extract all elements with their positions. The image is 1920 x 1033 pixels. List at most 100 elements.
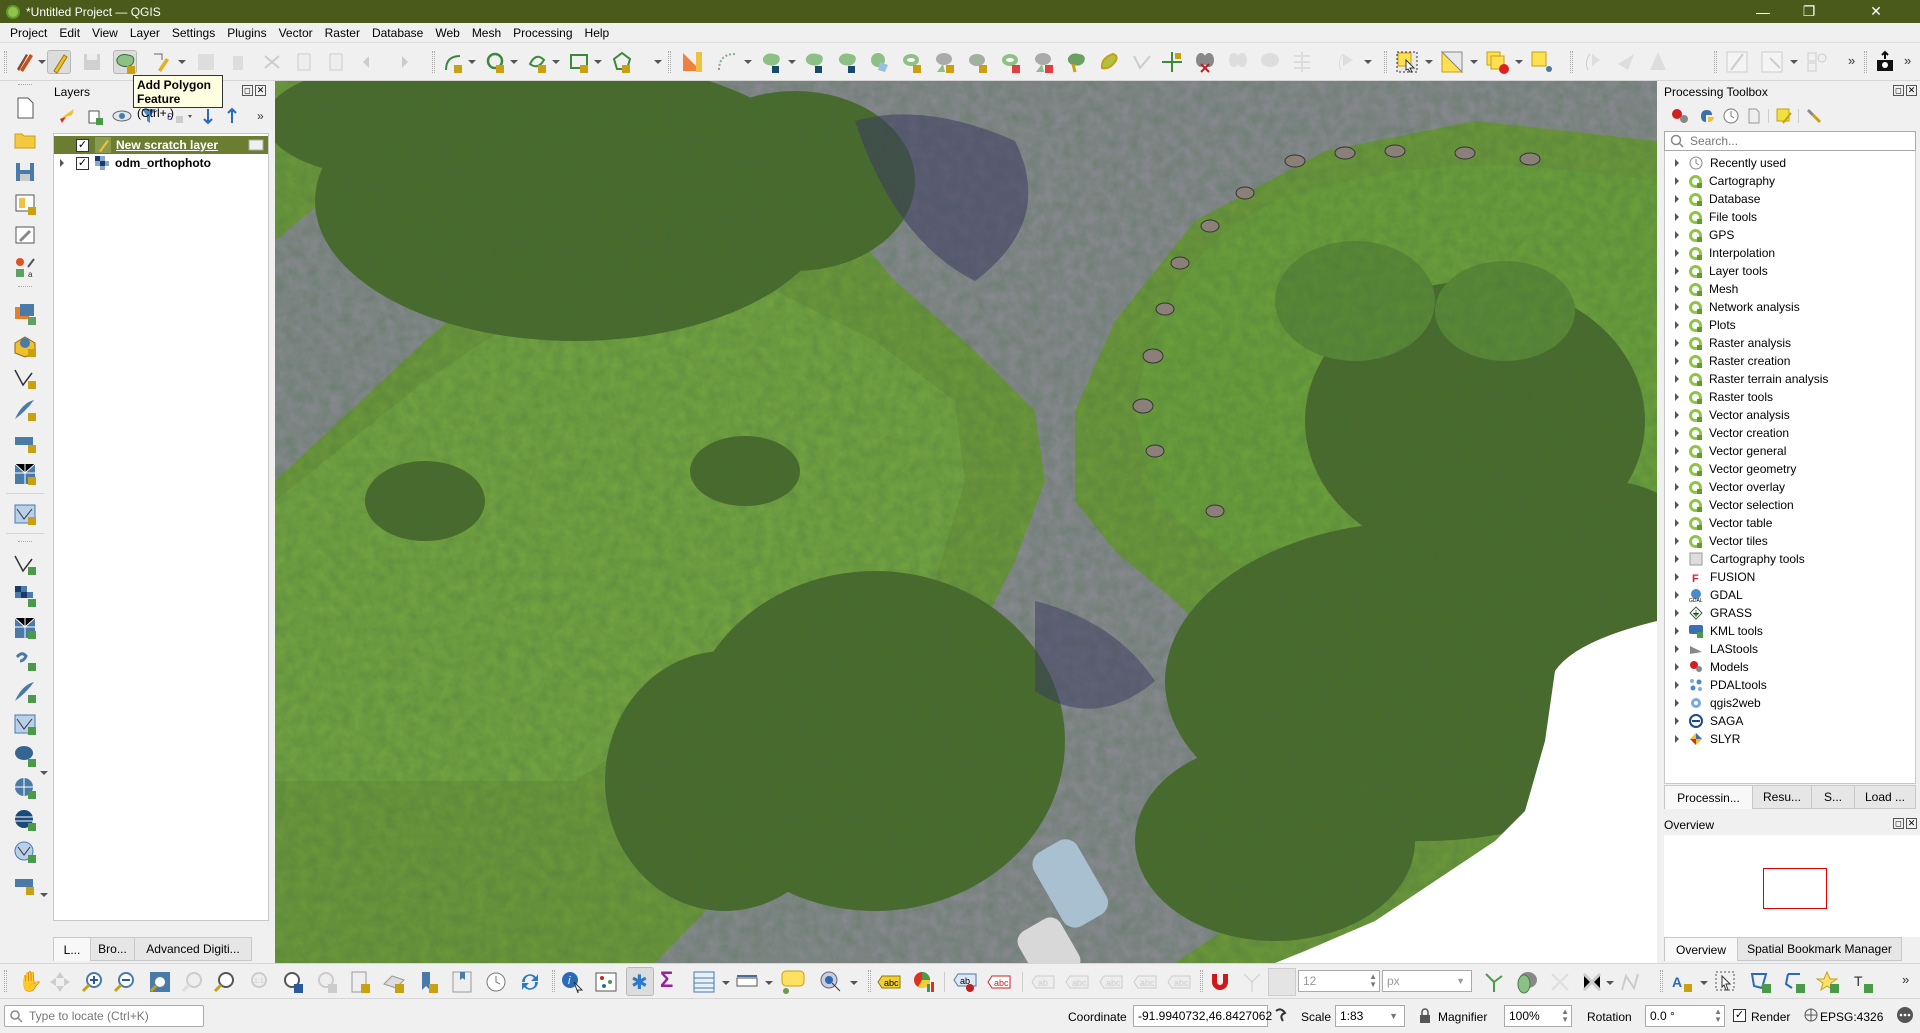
delete-part-button[interactable] xyxy=(1032,50,1056,74)
open-project-icon[interactable] xyxy=(12,127,38,153)
processing-provider-vector-selection[interactable]: Vector selection xyxy=(1665,496,1794,514)
layer-visibility-checkbox[interactable]: ✓ xyxy=(76,156,89,170)
processing-provider-vector-table[interactable]: Vector table xyxy=(1665,514,1772,532)
menu-settings[interactable]: Settings xyxy=(166,26,221,40)
rotate-feature-button[interactable] xyxy=(803,50,827,74)
tab-browser[interactable]: Bro... xyxy=(90,937,135,961)
layer-diagram-options-icon[interactable] xyxy=(912,970,936,994)
edit-features-in-place-icon[interactable] xyxy=(1775,107,1793,125)
screenshot-button[interactable] xyxy=(1873,50,1897,74)
current-edits-dropdown[interactable] xyxy=(38,60,46,64)
select-by-location-button[interactable] xyxy=(1530,50,1554,74)
menu-edit[interactable]: Edit xyxy=(53,26,86,40)
statistics-sigma-icon[interactable]: Σ xyxy=(660,967,673,993)
add-vector-tile-layer-icon[interactable] xyxy=(12,871,38,897)
move-feature-button[interactable] xyxy=(760,50,784,74)
lock-scale-icon[interactable] xyxy=(1418,1008,1432,1024)
processing-provider-slyr[interactable]: SLYR xyxy=(1665,730,1740,748)
expand-arrow-icon[interactable] xyxy=(1675,609,1679,617)
processing-provider-lastools[interactable]: LAStools xyxy=(1665,640,1758,658)
toolbar-grip[interactable] xyxy=(1384,51,1387,73)
processing-provider-vector-creation[interactable]: Vector creation xyxy=(1665,424,1789,442)
toolbar-grip[interactable] xyxy=(668,51,671,73)
rotate-symbols-dropdown[interactable] xyxy=(1364,60,1372,64)
add-polygon-feature-button[interactable] xyxy=(113,50,137,74)
vector-tile-dropdown[interactable] xyxy=(40,893,48,897)
expand-arrow-icon[interactable] xyxy=(1675,519,1679,527)
layer-labeling-options-icon[interactable]: abc xyxy=(876,972,902,992)
move-feature-dropdown[interactable] xyxy=(788,60,796,64)
expand-arrow-icon[interactable] xyxy=(1675,393,1679,401)
processing-provider-raster-creation[interactable]: Raster creation xyxy=(1665,352,1790,370)
new-spatialite-layer-icon[interactable] xyxy=(12,397,38,423)
add-mesh-layer-icon[interactable] xyxy=(12,615,38,641)
modify-attributes-button[interactable] xyxy=(194,50,218,74)
python-icon[interactable] xyxy=(1698,107,1718,125)
attribute-table-dropdown[interactable] xyxy=(722,981,730,985)
processing-provider-network-analysis[interactable]: Network analysis xyxy=(1665,298,1800,316)
processing-provider-grass[interactable]: GRASS xyxy=(1665,604,1752,622)
zoom-full-icon[interactable] xyxy=(148,970,172,994)
expand-arrow-icon[interactable] xyxy=(1675,591,1679,599)
pan-to-selection-icon[interactable] xyxy=(48,970,72,994)
overview-extent-rectangle[interactable] xyxy=(1763,868,1827,909)
more-icon[interactable]: » xyxy=(257,109,264,123)
rotation-spinbox[interactable]: 0.0 ° ▲ ▼ xyxy=(1645,1005,1725,1027)
menu-processing[interactable]: Processing xyxy=(507,26,578,40)
label-settings-dropdown[interactable] xyxy=(1700,981,1708,985)
menu-mesh[interactable]: Mesh xyxy=(466,26,507,40)
expand-arrow-icon[interactable] xyxy=(1675,537,1679,545)
select-by-expression-icon[interactable] xyxy=(818,969,844,995)
select-dropdown[interactable] xyxy=(850,981,858,985)
processing-provider-raster-analysis[interactable]: Raster analysis xyxy=(1665,334,1791,352)
spin-arrows-icon[interactable]: ▲ ▼ xyxy=(1714,1008,1722,1024)
show-hide-labels-eye-icon[interactable]: abc xyxy=(1064,972,1090,994)
self-snapping-icon[interactable] xyxy=(1580,970,1604,994)
split-parts-button[interactable] xyxy=(1226,50,1250,74)
add-marker-annotation-icon[interactable] xyxy=(1816,970,1840,994)
add-raster-layer-icon[interactable] xyxy=(12,583,38,609)
rectangle-dropdown[interactable] xyxy=(594,60,602,64)
merge-attributes-button[interactable] xyxy=(1290,50,1314,74)
digitize-dropdown[interactable] xyxy=(468,60,476,64)
expand-all-icon[interactable] xyxy=(198,107,218,125)
processing-provider-models[interactable]: Models xyxy=(1665,658,1749,676)
processing-provider-kml-tools[interactable]: KML tools xyxy=(1665,622,1763,640)
processing-provider-saga[interactable]: SAGA xyxy=(1665,712,1743,730)
map-tips-icon[interactable] xyxy=(780,969,806,995)
toolbar-overflow-icon[interactable]: » xyxy=(1904,53,1911,68)
split-features-button[interactable] xyxy=(1193,50,1217,74)
expand-arrow-icon[interactable] xyxy=(1675,699,1679,707)
menu-web[interactable]: Web xyxy=(429,26,465,40)
zoom-native-resolution-icon[interactable]: 1:1 xyxy=(245,970,269,994)
add-line-annotation-icon[interactable] xyxy=(1782,970,1806,994)
save-project-icon[interactable] xyxy=(12,159,38,185)
add-wcs-layer-icon[interactable] xyxy=(12,839,38,865)
processing-provider-database[interactable]: Database xyxy=(1665,190,1760,208)
rotate-point-symbols-button[interactable] xyxy=(1335,50,1359,74)
processing-provider-cartography[interactable]: Cartography xyxy=(1665,172,1775,190)
new-project-icon[interactable] xyxy=(12,95,38,121)
expand-arrow-icon[interactable] xyxy=(1675,555,1679,563)
stream-digitizing-button[interactable] xyxy=(526,50,550,74)
label-toolbar-button[interactable] xyxy=(1725,50,1749,74)
select-by-value-dropdown[interactable] xyxy=(1470,60,1478,64)
expand-arrow-icon[interactable] xyxy=(1675,627,1679,635)
refresh-icon[interactable] xyxy=(518,970,542,994)
style-manager-icon[interactable]: a xyxy=(12,255,38,281)
pan-map-icon[interactable]: ✋ xyxy=(18,969,43,994)
curve-dropdown[interactable] xyxy=(510,60,518,64)
cut-features-button[interactable] xyxy=(260,50,284,74)
tab-processing-toolbox[interactable]: Processin... xyxy=(1664,785,1753,809)
tracing-icon[interactable] xyxy=(1618,970,1642,994)
add-text-annotation-icon[interactable]: T xyxy=(1850,970,1874,994)
add-wfs-layer-icon[interactable] xyxy=(12,807,38,833)
add-circular-string-button[interactable] xyxy=(1582,50,1606,74)
locator-search-input[interactable]: Type to locate (Ctrl+K) xyxy=(4,1005,204,1027)
float-panel-icon[interactable]: ◻ xyxy=(1893,818,1904,829)
paste-features-button[interactable] xyxy=(324,50,348,74)
spin-arrows-icon[interactable]: ▲ ▼ xyxy=(1561,1008,1569,1024)
history-icon[interactable] xyxy=(1722,107,1740,125)
expand-arrow-icon[interactable] xyxy=(1675,177,1679,185)
expand-arrow-icon[interactable] xyxy=(1675,501,1679,509)
